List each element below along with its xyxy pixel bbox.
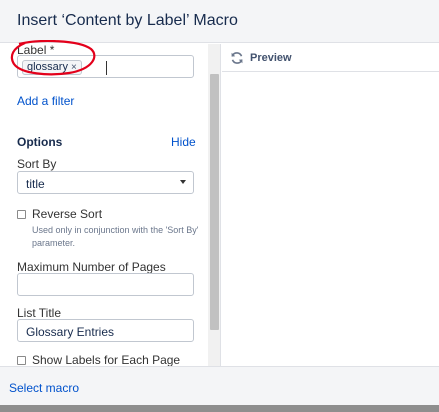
macro-parameters-panel: Label * glossary × Add a filter Options …	[0, 44, 221, 366]
insert-macro-dialog: Insert ‘Content by Label’ Macro Label * …	[0, 0, 439, 412]
dialog-header: Insert ‘Content by Label’ Macro	[0, 0, 439, 43]
options-heading: Options	[17, 135, 63, 149]
label-tag-text: glossary	[27, 61, 68, 73]
list-title-input[interactable]: Glossary Entries	[17, 319, 194, 342]
show-labels-label[interactable]: Show Labels for Each Page	[32, 353, 180, 366]
preview-panel: Preview	[222, 44, 439, 366]
list-title-value: Glossary Entries	[26, 325, 115, 339]
sort-by-label: Sort By	[17, 157, 57, 171]
select-macro-link[interactable]: Select macro	[9, 381, 79, 395]
dialog-title: Insert ‘Content by Label’ Macro	[17, 12, 238, 29]
reverse-sort-help: Used only in conjunction with the 'Sort …	[32, 225, 199, 248]
label-input[interactable]: glossary ×	[17, 55, 194, 78]
reverse-sort-label[interactable]: Reverse Sort	[32, 207, 102, 221]
reverse-sort-checkbox[interactable]	[17, 210, 26, 219]
label-tag[interactable]: glossary ×	[22, 60, 82, 75]
hide-options-link[interactable]: Hide	[171, 135, 196, 149]
dialog-footer: Select macro	[0, 366, 439, 405]
sort-by-select[interactable]: title	[17, 171, 194, 194]
add-filter-link[interactable]: Add a filter	[17, 94, 74, 108]
max-pages-input[interactable]	[17, 273, 194, 296]
sort-by-value: title	[26, 177, 45, 191]
preview-label: Preview	[250, 52, 292, 64]
list-title-label: List Title	[17, 306, 62, 320]
chevron-down-icon	[180, 180, 186, 184]
parameters-scrollbar[interactable]	[208, 44, 220, 366]
refresh-icon	[231, 52, 243, 64]
max-pages-label: Maximum Number of Pages	[17, 260, 166, 274]
preview-button[interactable]: Preview	[222, 44, 439, 72]
scrollbar-thumb[interactable]	[210, 74, 219, 330]
show-labels-checkbox[interactable]	[17, 356, 26, 365]
text-caret	[106, 61, 107, 75]
remove-tag-icon[interactable]: ×	[71, 61, 77, 74]
backdrop-strip	[0, 405, 439, 412]
